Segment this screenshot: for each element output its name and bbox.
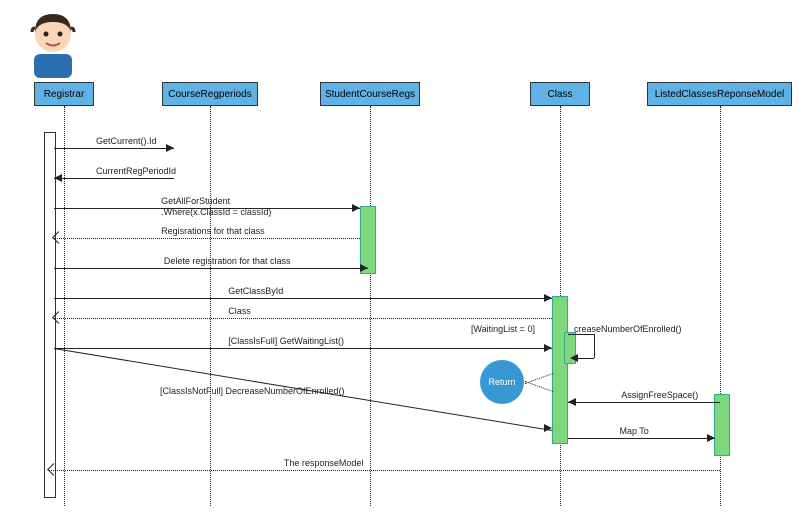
message-arrow <box>49 470 720 471</box>
message-arrow <box>54 238 360 239</box>
msg-label: GetClassById <box>228 286 283 296</box>
return-text: Return <box>488 377 515 387</box>
message-arrow <box>54 318 552 319</box>
avatar <box>28 8 78 78</box>
msg-label: Regisrations for that class <box>161 226 265 236</box>
lifeline-line <box>210 106 211 506</box>
return-badge: Return <box>480 360 524 404</box>
msg-label: creaseNumberOfEnrolled() <box>574 324 682 334</box>
activation-class <box>552 296 568 444</box>
lifeline-courseregperiods: CourseRegperiods <box>162 82 258 106</box>
lifeline-line <box>64 106 65 506</box>
message-arrow <box>54 148 174 149</box>
lifeline-listedclassesreponsemodel: ListedClassesReponseModel <box>647 82 792 106</box>
msg-label: GetAllForStudent <box>161 196 230 206</box>
msg-label: AssignFreeSpace() <box>621 390 698 400</box>
msg-label: [ClassIsNotFull] DecreaseNumberOfEnrolle… <box>160 386 345 396</box>
msg-label: [ClassIsFull] GetWaitingList() <box>228 336 344 346</box>
message-arrow <box>54 268 368 269</box>
message-arrow <box>54 298 552 299</box>
msg-label: Map To <box>619 426 648 436</box>
lifeline-registrar: Registrar <box>34 82 94 106</box>
message-arrow <box>568 402 720 403</box>
msg-label: CurrentRegPeriodId <box>96 166 176 176</box>
activation-listed <box>714 394 730 456</box>
msg-label: Class <box>228 306 251 316</box>
lifeline-studentcourseregs: StudentCourseRegs <box>320 82 420 106</box>
msg-label: Delete registration for that class <box>164 256 291 266</box>
msg-label: .Where(x.ClassId = classId) <box>161 207 271 217</box>
lifeline-class: Class <box>530 82 590 106</box>
message-arrow <box>54 178 174 179</box>
msg-label: [WaitingList = 0] <box>471 324 535 334</box>
message-arrow <box>54 348 552 349</box>
lifeline-line <box>370 106 371 506</box>
msg-label: GetCurrent().Id <box>96 136 157 146</box>
message-arrow <box>568 438 715 439</box>
msg-label: The responseModel <box>284 458 364 468</box>
